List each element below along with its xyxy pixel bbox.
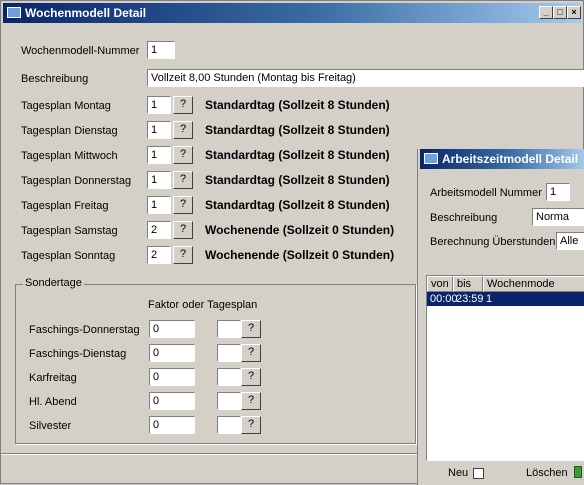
- sondertag-lookup-button[interactable]: ?: [241, 392, 261, 410]
- tagesplan-lookup-button[interactable]: ?: [173, 246, 193, 264]
- tagesplan-lookup-button[interactable]: ?: [173, 221, 193, 239]
- arbeitszeitmodell-window: Arbeitszeitmodell Detail Arbeitsmodell N…: [417, 149, 584, 485]
- tagesplan-label: Tagesplan Samstag: [21, 225, 118, 237]
- column-header-wochenmodell[interactable]: Wochenmode: [483, 276, 584, 292]
- tagesplan-label: Tagesplan Sonntag: [21, 250, 116, 262]
- tagesplan-input[interactable]: 1: [147, 121, 171, 139]
- sondertag-factor-input[interactable]: 0: [149, 320, 195, 338]
- sondertag-lookup-button[interactable]: ?: [241, 368, 261, 386]
- column-header-von[interactable]: von: [427, 276, 453, 292]
- loeschen-label: Löschen: [526, 467, 568, 479]
- window-icon: [424, 153, 438, 164]
- trash-icon[interactable]: [574, 466, 582, 478]
- sondertag-factor-input[interactable]: 0: [149, 368, 195, 386]
- arbeitszeitmodell-title: Arbeitszeitmodell Detail: [442, 152, 579, 166]
- neu-label: Neu: [448, 467, 469, 479]
- tagesplan-lookup-button[interactable]: ?: [173, 171, 193, 189]
- sondertage-title: Sondertage: [23, 277, 84, 289]
- beschreibung-label: Beschreibung: [21, 73, 89, 85]
- window-title: Wochenmodell Detail: [25, 6, 147, 20]
- arbeitsmodell-nummer-label: Arbeitsmodell Nummer: [430, 187, 542, 199]
- tagesplan-description: Standardtag (Sollzeit 8 Stunden): [205, 173, 390, 187]
- arbeitsmodell-nummer-input[interactable]: 1: [546, 183, 570, 201]
- nummer-input[interactable]: 1: [147, 41, 175, 59]
- tagesplan-input[interactable]: 1: [147, 196, 171, 214]
- minimize-icon[interactable]: _: [539, 6, 553, 19]
- sondertag-plan-input[interactable]: [217, 392, 241, 410]
- neu-checkbox[interactable]: [473, 468, 484, 479]
- sondertage-column-header: Faktor oder Tagesplan: [148, 299, 258, 311]
- tagesplan-input[interactable]: 1: [147, 171, 171, 189]
- sondertag-factor-input[interactable]: 0: [149, 392, 195, 410]
- tagesplan-input[interactable]: 1: [147, 96, 171, 114]
- row-bis: 23:59: [456, 293, 484, 305]
- maximize-icon[interactable]: □: [553, 6, 567, 19]
- sondertag-plan-input[interactable]: [217, 344, 241, 362]
- wochenmodell-titlebar[interactable]: Wochenmodell Detail _ □ ×: [3, 3, 581, 23]
- tagesplan-lookup-button[interactable]: ?: [173, 146, 193, 164]
- arbeitsmodell-beschreibung-label: Beschreibung: [430, 212, 498, 224]
- sondertag-factor-input[interactable]: 0: [149, 344, 195, 362]
- tagesplan-lookup-button[interactable]: ?: [173, 196, 193, 214]
- sondertag-label: Hl. Abend: [29, 396, 77, 408]
- nummer-label: Wochenmodell-Nummer: [21, 45, 140, 57]
- tagesplan-label: Tagesplan Mittwoch: [21, 150, 118, 162]
- tagesplan-lookup-button[interactable]: ?: [173, 121, 193, 139]
- tagesplan-description: Wochenende (Sollzeit 0 Stunden): [205, 248, 395, 262]
- tagesplan-input[interactable]: 1: [147, 146, 171, 164]
- close-icon[interactable]: ×: [567, 6, 581, 19]
- sondertag-plan-input[interactable]: [217, 416, 241, 434]
- row-modell: 1: [486, 293, 493, 305]
- sondertag-lookup-button[interactable]: ?: [241, 344, 261, 362]
- modell-table: von bis Wochenmode 00:00 23:59 1: [426, 275, 584, 461]
- sondertag-label: Silvester: [29, 420, 72, 432]
- tagesplan-description: Standardtag (Sollzeit 8 Stunden): [205, 98, 390, 112]
- sondertag-lookup-button[interactable]: ?: [241, 416, 261, 434]
- tagesplan-lookup-button[interactable]: ?: [173, 96, 193, 114]
- tagesplan-label: Tagesplan Donnerstag: [21, 175, 132, 187]
- status-separator: [1, 453, 417, 454]
- row-von: 00:00: [430, 293, 458, 305]
- tagesplan-description: Standardtag (Sollzeit 8 Stunden): [205, 123, 390, 137]
- column-header-bis[interactable]: bis: [453, 276, 483, 292]
- tagesplan-input[interactable]: 2: [147, 246, 171, 264]
- tagesplan-description: Standardtag (Sollzeit 8 Stunden): [205, 198, 390, 212]
- sondertag-plan-input[interactable]: [217, 320, 241, 338]
- table-row[interactable]: 00:00 23:59 1: [427, 292, 584, 306]
- tagesplan-label: Tagesplan Montag: [21, 100, 111, 112]
- berechnung-label: Berechnung Überstunden: [430, 236, 556, 248]
- sondertag-lookup-button[interactable]: ?: [241, 320, 261, 338]
- beschreibung-input[interactable]: Vollzeit 8,00 Stunden (Montag bis Freita…: [147, 69, 584, 87]
- arbeitszeitmodell-titlebar[interactable]: Arbeitszeitmodell Detail: [420, 149, 584, 169]
- tagesplan-label: Tagesplan Freitag: [21, 200, 109, 212]
- sondertag-plan-input[interactable]: [217, 368, 241, 386]
- sondertag-label: Faschings-Donnerstag: [29, 324, 140, 336]
- berechnung-select[interactable]: Alle: [556, 232, 584, 250]
- window-icon: [7, 7, 21, 18]
- arbeitsmodell-beschreibung-input[interactable]: Norma: [532, 208, 584, 226]
- wochenmodell-window: Wochenmodell Detail _ □ × Wochenmodell-N…: [0, 0, 584, 485]
- sondertag-label: Karfreitag: [29, 372, 77, 384]
- tagesplan-description: Standardtag (Sollzeit 8 Stunden): [205, 148, 390, 162]
- tagesplan-input[interactable]: 2: [147, 221, 171, 239]
- tagesplan-label: Tagesplan Dienstag: [21, 125, 118, 137]
- tagesplan-description: Wochenende (Sollzeit 0 Stunden): [205, 223, 395, 237]
- sondertag-factor-input[interactable]: 0: [149, 416, 195, 434]
- sondertag-label: Faschings-Dienstag: [29, 348, 127, 360]
